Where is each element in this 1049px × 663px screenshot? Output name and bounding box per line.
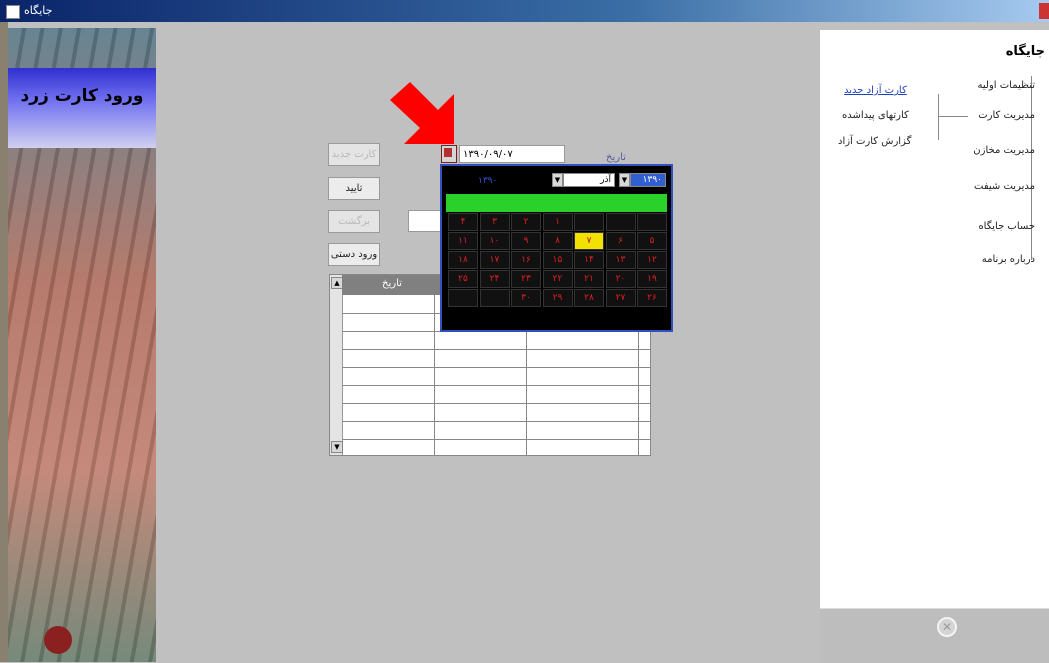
submenu-line [938, 94, 939, 140]
calendar-day-cell[interactable]: ۱۰ [479, 232, 510, 250]
table-row [342, 367, 650, 368]
calendar-empty-cell [637, 213, 667, 231]
grid-col-divider [434, 295, 435, 455]
calendar-day-cell[interactable]: ۱۷ [479, 251, 510, 269]
banner-caption-band [8, 68, 156, 148]
calendar-day-cell[interactable]: ۱۳ [605, 251, 636, 269]
year-dropdown-arrow-icon[interactable]: ▼ [619, 173, 630, 187]
calendar-day-cell[interactable]: ۶ [605, 232, 636, 250]
calendar-day-cell[interactable]: ۳ [479, 213, 510, 231]
calendar-empty-cell [605, 213, 636, 231]
scroll-down-icon[interactable]: ▼ [331, 441, 343, 453]
submenu-free-card-report[interactable]: گزارش کارت آزاد [838, 136, 911, 147]
year-select[interactable]: ۱۳۹۰ [630, 173, 666, 187]
weekday-header-bar [446, 194, 667, 212]
month-select[interactable]: آذر [563, 173, 615, 187]
calendar-today-label[interactable]: ۱۳۹۰ [478, 176, 497, 186]
submenu-connector [938, 116, 968, 117]
manual-entry-button[interactable]: ورود دستی [328, 243, 380, 266]
calendar-day-cell[interactable]: ۲۶ [637, 289, 667, 307]
calendar-day-cell[interactable]: ۱۸ [448, 251, 478, 269]
calendar-popup[interactable]: ۱۳۹۰ ▼ آذر ▼ ۱۳۹۰ ۱ ۲ ۳ ۴ ۵ ۶ ۷ ۸ ۹ ۱۰ ۱۱ ۱۲ ۱۳ ۱۴ ۱۵ ۱… [440, 164, 673, 332]
calendar-day-cell[interactable]: ۳۰ [511, 289, 541, 307]
calendar-day-cell[interactable]: ۲۷ [605, 289, 636, 307]
calendar-day-cell[interactable]: ۲۳ [511, 270, 541, 288]
table-row [342, 403, 650, 404]
title-bar: جایگاه [0, 0, 1049, 22]
submenu-found-cards[interactable]: کارتهای پیداشده [842, 110, 909, 121]
app-icon [6, 5, 20, 19]
window-close-button[interactable] [1039, 3, 1049, 19]
month-dropdown-arrow-icon[interactable]: ▼ [552, 173, 563, 187]
grid-column-date: تاریخ [382, 278, 402, 289]
table-row [342, 349, 650, 350]
calendar-empty-cell [479, 289, 510, 307]
window-title: جایگاه [24, 4, 53, 17]
menu-item-about[interactable]: درباره برنامه [982, 254, 1035, 265]
calendar-day-cell[interactable]: ۱۴ [574, 251, 604, 269]
banner-image: ورود کارت زرد [8, 28, 156, 662]
side-menu: جایگاه تنظیمات اولیه مدیریت کارت مدیریت … [820, 30, 1049, 610]
date-label: تاریخ [606, 152, 626, 163]
menu-item-card-management[interactable]: مدیریت کارت [978, 110, 1035, 121]
calendar-day-cell[interactable]: ۲۵ [448, 270, 478, 288]
calendar-day-cell[interactable]: ۷ [574, 232, 604, 250]
calendar-day-cell[interactable]: ۲۴ [479, 270, 510, 288]
calendar-day-grid: ۱ ۲ ۳ ۴ ۵ ۶ ۷ ۸ ۹ ۱۰ ۱۱ ۱۲ ۱۳ ۱۴ ۱۵ ۱۶ ۱۷ ۱۸ ۱۹ ۲۰ ۲۱ ۲۲ ۲۳ ۲۴ ۲… [446, 213, 667, 325]
confirm-button[interactable]: تایید [328, 177, 380, 200]
tree-line [1031, 76, 1032, 260]
menu-item-station-account[interactable]: حساب جایگاه [978, 221, 1035, 232]
calendar-day-cell[interactable]: ۱۱ [448, 232, 478, 250]
calendar-day-cell[interactable]: ۲۲ [542, 270, 573, 288]
calendar-empty-cell [448, 289, 478, 307]
card-number-field[interactable] [408, 210, 442, 232]
close-circle-icon[interactable]: ✕ [937, 617, 957, 637]
table-row [342, 385, 650, 386]
calendar-day-cell[interactable]: ۵ [637, 232, 667, 250]
calendar-day-cell[interactable]: ۹ [511, 232, 541, 250]
calendar-day-cell[interactable]: ۲۰ [605, 270, 636, 288]
left-edge-strip [0, 22, 8, 662]
return-button[interactable]: برگشت [328, 210, 380, 233]
table-row [342, 421, 650, 422]
side-menu-heading: جایگاه [1005, 44, 1045, 59]
calendar-day-cell[interactable]: ۲ [511, 213, 541, 231]
calendar-day-cell[interactable]: ۱۹ [637, 270, 667, 288]
banner-seal [44, 626, 72, 654]
submenu-new-free-card[interactable]: کارت آزاد جدید [844, 85, 907, 96]
footer-panel: ✕ [820, 608, 1049, 663]
calendar-day-cell[interactable]: ۲۹ [542, 289, 573, 307]
new-card-button[interactable]: کارت جدید [328, 143, 380, 166]
calendar-header: ۱۳۹۰ ▼ آذر ▼ ۱۳۹۰ [442, 166, 671, 192]
menu-item-initial-settings[interactable]: تنظیمات اولیه [978, 80, 1035, 91]
calendar-day-cell[interactable]: ۴ [448, 213, 478, 231]
calendar-day-cell[interactable]: ۱۶ [511, 251, 541, 269]
calendar-day-cell[interactable]: ۲۸ [574, 289, 604, 307]
date-input[interactable]: ۱۳۹۰/۰۹/۰۷ [459, 145, 565, 163]
grid-scrollbar[interactable]: ▲ ▼ [330, 275, 343, 455]
red-arrow-annotation [390, 82, 454, 144]
calendar-day-cell[interactable]: ۸ [542, 232, 573, 250]
menu-item-tank-management[interactable]: مدیریت مخازن [973, 145, 1035, 156]
calendar-empty-cell [574, 213, 604, 231]
calendar-day-cell[interactable]: ۱۵ [542, 251, 573, 269]
banner-caption: ورود کارت زرد [20, 86, 144, 106]
calendar-day-cell[interactable]: ۲۱ [574, 270, 604, 288]
menu-item-shift-management[interactable]: مدیریت شیفت [974, 181, 1035, 192]
calendar-day-cell[interactable]: ۱ [542, 213, 573, 231]
calendar-day-cell[interactable]: ۱۲ [637, 251, 667, 269]
table-row [342, 439, 650, 440]
